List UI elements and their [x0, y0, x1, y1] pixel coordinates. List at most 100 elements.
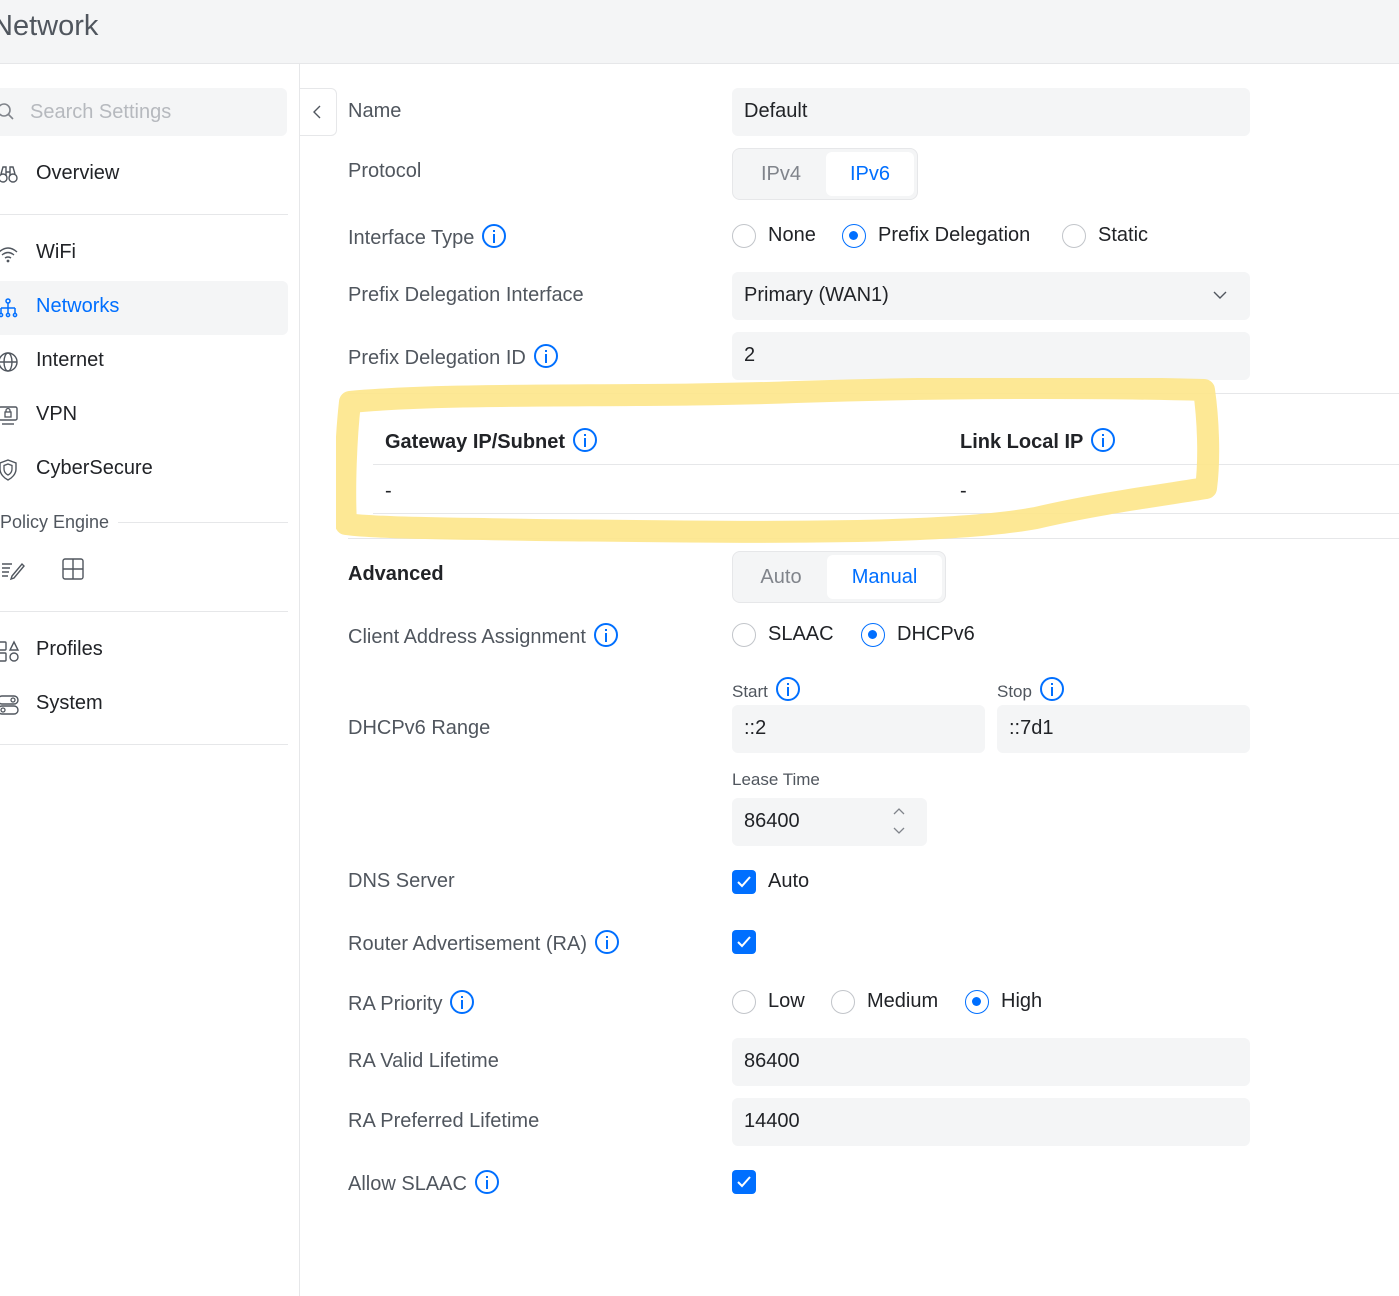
ra-valid-lifetime-value: 86400 [744, 1050, 800, 1072]
interface-type-static-radio[interactable] [1062, 224, 1086, 248]
interface-type-static-label: Static [1098, 224, 1149, 246]
interface-type-prefix-delegation-radio[interactable] [842, 224, 866, 248]
dhcp-range-label: DHCPv6 Range [348, 717, 491, 739]
pd-id-value: 2 [744, 344, 756, 366]
interface-type-none-label: None [768, 224, 816, 246]
sidebar-item-label: WiFi [36, 241, 76, 263]
dhcp-start-field[interactable]: ::2 [732, 705, 985, 753]
info-icon[interactable] [450, 990, 475, 1014]
sidebar-item-system[interactable]: System [0, 678, 288, 732]
network-tree-icon [0, 298, 18, 318]
allow-slaac-checkbox[interactable] [732, 1170, 756, 1194]
info-icon[interactable] [775, 677, 800, 701]
ra-text: Router Advertisement (RA) [348, 933, 587, 955]
info-icon[interactable] [482, 224, 507, 248]
interface-type-label: Interface Type [348, 224, 507, 250]
pd-id-field[interactable]: 2 [732, 332, 1250, 380]
client-assign-slaac-label: SLAAC [768, 623, 834, 645]
sidebar-divider [0, 214, 288, 215]
ra-priority-low-radio[interactable] [732, 990, 756, 1014]
info-icon[interactable] [533, 344, 558, 368]
lease-time-stepper[interactable]: 86400 [732, 798, 927, 846]
policy-engine-divider [118, 522, 288, 523]
pd-interface-select[interactable]: Primary (WAN1) [732, 272, 1250, 320]
chevron-down-icon[interactable] [892, 826, 906, 836]
sidebar-item-label: Overview [36, 162, 120, 184]
policy-engine-label: Policy Engine [0, 512, 110, 532]
allow-slaac-text: Allow SLAAC [348, 1173, 467, 1195]
ra-preferred-lifetime-value: 14400 [744, 1110, 800, 1132]
sidebar-item-wifi[interactable]: WiFi [0, 227, 288, 281]
name-label: Name [348, 100, 402, 122]
client-assign-label: Client Address Assignment [348, 623, 618, 649]
info-icon[interactable] [1091, 428, 1116, 452]
gateway-ip-subnet-value: - [385, 480, 392, 502]
ra-priority-medium-radio[interactable] [831, 990, 855, 1014]
dhcp-start-value: ::2 [744, 717, 767, 739]
sidebar-item-label: Networks [36, 295, 120, 317]
gateway-ip-subnet-header: Gateway IP/Subnet [385, 428, 598, 454]
dhcp-stop-field[interactable]: ::7d1 [997, 705, 1250, 753]
gateway-ip-subnet-text: Gateway IP/Subnet [385, 431, 566, 453]
info-icon[interactable] [593, 623, 618, 647]
pencil-list-icon[interactable] [0, 556, 26, 582]
start-text: Start [732, 682, 768, 701]
sidebar-item-networks[interactable]: Networks [0, 281, 288, 335]
protocol-label: Protocol [348, 160, 422, 182]
pd-interface-value: Primary (WAN1) [744, 284, 889, 306]
ra-valid-lifetime-label: RA Valid Lifetime [348, 1050, 499, 1072]
collapse-sidebar-button[interactable] [300, 88, 337, 136]
checkmark-icon [737, 876, 751, 888]
dns-auto-checkbox[interactable] [732, 870, 756, 894]
settings-sidebar: Search Settings Overview WiFi Networks I… [0, 64, 300, 1296]
checkmark-icon [737, 1176, 751, 1188]
sidebar-item-vpn[interactable]: VPN [0, 389, 288, 443]
dhcp-stop-value: ::7d1 [1009, 717, 1054, 739]
sidebar-item-internet[interactable]: Internet [0, 335, 288, 389]
chevron-down-icon [1213, 291, 1227, 299]
client-assign-dhcpv6-radio[interactable] [861, 623, 885, 647]
pd-id-text: Prefix Delegation ID [348, 347, 526, 369]
link-local-ip-value: - [960, 480, 967, 502]
ra-checkbox[interactable] [732, 930, 756, 954]
sidebar-item-overview[interactable]: Overview [0, 148, 288, 202]
table-row-divider [373, 513, 1399, 514]
protocol-ipv6-option[interactable]: IPv6 [826, 152, 914, 196]
info-icon[interactable] [594, 930, 619, 954]
ra-valid-lifetime-field[interactable]: 86400 [732, 1038, 1250, 1086]
search-placeholder: Search Settings [30, 101, 172, 123]
wifi-icon [0, 247, 18, 263]
advanced-manual-option[interactable]: Manual [827, 555, 942, 599]
ra-priority-high-label: High [1001, 990, 1043, 1012]
client-assign-dhcpv6-label: DHCPv6 [897, 623, 975, 645]
ra-priority-high-radio[interactable] [965, 990, 989, 1014]
info-icon[interactable] [1039, 677, 1064, 701]
stop-text: Stop [997, 682, 1032, 701]
sidebar-item-label: VPN [36, 403, 78, 425]
sidebar-item-label: Profiles [36, 638, 103, 660]
protocol-ipv4-option[interactable]: IPv4 [736, 152, 826, 196]
search-input[interactable]: Search Settings [0, 88, 287, 136]
info-icon[interactable] [573, 428, 598, 452]
top-bar: Network [0, 0, 1399, 64]
profiles-icon [0, 640, 20, 662]
info-icon[interactable] [474, 1170, 499, 1194]
interface-type-none-radio[interactable] [732, 224, 756, 248]
advanced-auto-option[interactable]: Auto [736, 555, 826, 599]
toggle-icon [0, 695, 19, 715]
binoculars-icon [0, 166, 18, 183]
sidebar-item-profiles[interactable]: Profiles [0, 624, 288, 678]
vpn-monitor-icon [0, 406, 18, 425]
checkmark-icon [737, 936, 751, 948]
ra-preferred-lifetime-field[interactable]: 14400 [732, 1098, 1250, 1146]
dns-server-label: DNS Server [348, 870, 455, 892]
allow-slaac-label: Allow SLAAC [348, 1170, 499, 1196]
search-icon [0, 103, 14, 120]
name-field[interactable]: Default [732, 88, 1250, 136]
grid-icon[interactable] [60, 556, 86, 582]
chevron-up-icon[interactable] [892, 806, 906, 816]
lease-time-value: 86400 [744, 810, 800, 832]
client-assign-slaac-radio[interactable] [732, 623, 756, 647]
ra-priority-low-label: Low [768, 990, 805, 1012]
sidebar-item-cybersecure[interactable]: CyberSecure [0, 443, 288, 497]
